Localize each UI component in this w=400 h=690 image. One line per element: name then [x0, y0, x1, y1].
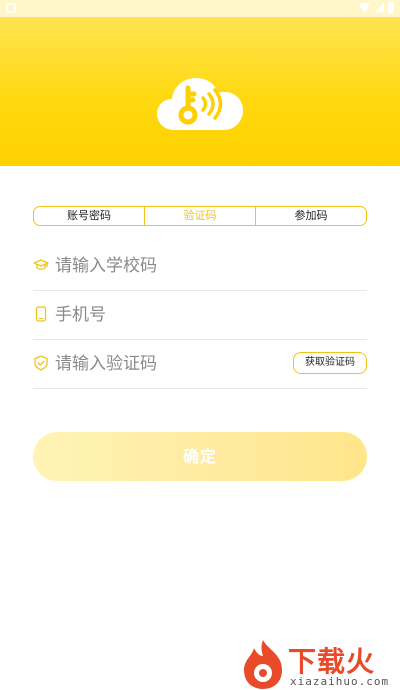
watermark-subtitle: xiazaihuo.com	[290, 675, 390, 688]
signal-icon	[374, 2, 384, 13]
cloud-key-signal-icon	[157, 78, 243, 130]
get-code-button[interactable]: 获取验证码	[293, 352, 367, 374]
watermark-title: 下载火	[288, 645, 376, 678]
wifi-icon	[359, 3, 370, 12]
verification-code-field: 获取验证码	[33, 340, 367, 389]
mobile-phone-icon	[35, 306, 47, 322]
watermark: 下载火 xiazaihuo.com	[238, 636, 398, 690]
status-bar	[0, 0, 400, 17]
shield-check-icon	[34, 355, 48, 371]
graduation-cap-icon	[33, 259, 49, 270]
tab-account-password[interactable]: 账号密码	[34, 207, 144, 225]
login-mode-tabs: 账号密码 验证码 参加码	[33, 206, 367, 226]
phone-input[interactable]	[55, 301, 295, 329]
phone-field	[33, 291, 367, 340]
flame-logo-icon	[244, 640, 282, 689]
school-code-field	[33, 242, 367, 291]
notification-icon	[6, 3, 16, 13]
header-banner	[0, 17, 400, 166]
tab-join-code[interactable]: 参加码	[255, 207, 366, 225]
battery-icon	[388, 2, 394, 13]
school-code-input[interactable]	[55, 252, 295, 280]
status-icons	[359, 2, 394, 13]
verification-code-input[interactable]	[55, 350, 295, 378]
confirm-button[interactable]: 确定	[33, 432, 367, 481]
tab-verification-code[interactable]: 验证码	[144, 207, 255, 225]
